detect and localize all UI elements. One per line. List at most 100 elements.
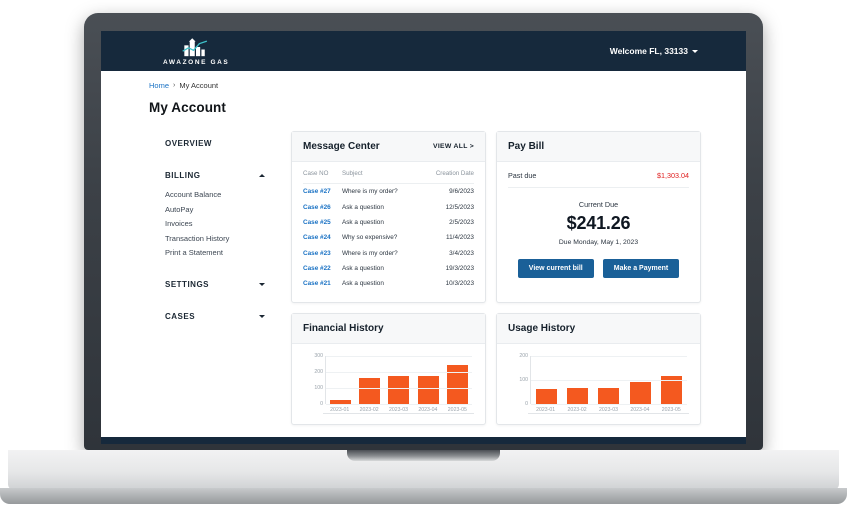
case-subject: Ask a question xyxy=(341,265,384,273)
case-subject: Why so expensive? xyxy=(341,234,398,242)
message-table: Case NO Subject Creation Date Case #27 W… xyxy=(303,170,474,292)
financial-history-chart: 0 100 200 300 2023-01 2023-02 2023-03 2023-04 2… xyxy=(303,352,474,414)
table-row[interactable]: Case #21 Ask a question 10/3/2023 xyxy=(303,276,474,291)
sidebar-subitem-invoices[interactable]: Invoices xyxy=(149,217,279,232)
case-date: 11/4/2023 xyxy=(446,234,474,242)
case-subject: Where is my order? xyxy=(341,249,398,257)
current-due-label: Current Due xyxy=(578,200,619,209)
card-body: Case NO Subject Creation Date Case #27 W… xyxy=(292,162,485,302)
sidebar-subitem-print-a-statement[interactable]: Print a Statement xyxy=(149,246,279,261)
case-link[interactable]: Case #26 xyxy=(303,199,342,214)
sidebar-item-billing[interactable]: BILLING xyxy=(149,167,279,184)
chart-bar xyxy=(536,389,558,404)
due-date-text: Due Monday, May 1, 2023 xyxy=(558,239,639,246)
case-subject: Ask a question xyxy=(341,280,384,288)
card-body: 0 100 200 300 2023-01 2023-02 2023-03 2023-04 2… xyxy=(292,344,485,424)
chart-y-tick-label: 100 xyxy=(314,384,323,391)
past-due-amount: $1,303.04 xyxy=(657,171,689,180)
chart-bar xyxy=(359,378,381,404)
case-subject: Where is my order? xyxy=(341,188,398,196)
case-date: 3/4/2023 xyxy=(449,249,474,257)
case-date: 12/5/2023 xyxy=(445,203,474,211)
chart-y-tick-label: 0 xyxy=(525,400,528,407)
laptop-screen: AWAZONE GAS Welcome FL, 33133 Home › My … xyxy=(101,31,746,437)
sidebar-item-label: OVERVIEW xyxy=(165,139,212,148)
sidebar-item-cases[interactable]: CASES xyxy=(149,308,279,325)
sidebar-subitem-transaction-history[interactable]: Transaction History xyxy=(149,232,279,247)
chart-y-tick-label: 200 xyxy=(519,352,528,359)
sidebar-item-settings[interactable]: SETTINGS xyxy=(149,276,279,293)
table-row[interactable]: Case #24 Why so expensive? 11/4/2023 xyxy=(303,230,474,245)
sidebar-subitem-account-balance[interactable]: Account Balance xyxy=(149,188,279,203)
case-date: 2/5/2023 xyxy=(449,218,474,226)
past-due-row: Past due $1,303.04 xyxy=(508,170,689,188)
sidebar-item-overview[interactable]: OVERVIEW xyxy=(149,135,279,152)
make-a-payment-button[interactable]: Make a Payment xyxy=(602,259,680,278)
usage-history-chart: 0 100 200 2023-01 2023-02 2023-03 2023-04 2023… xyxy=(508,352,689,414)
financial-history-card: Financial History 0 100 200 300 2023-01 2023… xyxy=(291,312,486,425)
laptop-hinge-bar xyxy=(101,437,746,444)
table-row[interactable]: Case #26 Ask a question 12/5/2023 xyxy=(303,199,474,214)
chart-bar xyxy=(598,388,620,404)
chart-bars xyxy=(326,356,472,404)
view-all-link[interactable]: VIEW ALL > xyxy=(433,143,474,150)
card-header: Message Center VIEW ALL > xyxy=(292,132,485,162)
sidebar-subitem-autopay[interactable]: AutoPay xyxy=(149,203,279,218)
column-header-case-no: Case NO xyxy=(303,170,342,184)
case-link[interactable]: Case #27 xyxy=(303,184,342,200)
account-menu[interactable]: Welcome FL, 33133 xyxy=(610,46,698,56)
table-row[interactable]: Case #25 Ask a question 2/5/2023 xyxy=(303,215,474,230)
content-column: Home › My Account My Account OVERVIEW BI… xyxy=(119,71,746,437)
chevron-down-icon xyxy=(692,49,698,53)
chart-x-axis xyxy=(528,412,689,414)
breadcrumb-home-link[interactable]: Home xyxy=(149,81,169,90)
case-link[interactable]: Case #22 xyxy=(303,261,342,276)
column-header-subject: Subject xyxy=(341,170,421,184)
chart-bar xyxy=(388,375,410,404)
chart-bar xyxy=(567,388,589,404)
case-link[interactable]: Case #25 xyxy=(303,215,342,230)
card-body: 0 100 200 2023-01 2023-02 2023-03 2023-04 2023… xyxy=(497,344,700,424)
chart-plot-area: 0 100 200 300 xyxy=(314,353,472,407)
table-row[interactable]: Case #27 Where is my order? 9/6/2023 xyxy=(303,184,474,200)
brand-name: AWAZONE GAS xyxy=(163,58,230,66)
breadcrumb-separator-icon: › xyxy=(173,82,176,89)
screenshot-root: AWAZONE GAS Welcome FL, 33133 Home › My … xyxy=(0,0,847,527)
column-header-creation-date: Creation Date xyxy=(420,170,474,184)
caret-down-icon xyxy=(259,314,265,318)
caret-up-icon xyxy=(259,174,265,177)
view-current-bill-button[interactable]: View current bill xyxy=(517,259,594,278)
chart-gridline xyxy=(531,379,687,381)
page-body: Home › My Account My Account OVERVIEW BI… xyxy=(101,71,746,437)
table-header-row: Case NO Subject Creation Date xyxy=(303,170,474,184)
card-header: Pay Bill xyxy=(497,132,700,162)
laptop-trackpad-notch xyxy=(347,450,500,461)
brand-logo[interactable]: AWAZONE GAS xyxy=(163,37,229,66)
chart-x-axis xyxy=(323,412,474,414)
current-due-amount: $241.26 xyxy=(566,213,631,233)
case-link[interactable]: Case #24 xyxy=(303,230,342,245)
table-row[interactable]: Case #22 Ask a question 19/3/2023 xyxy=(303,261,474,276)
chart-gridline xyxy=(326,371,472,373)
usage-history-card: Usage History 0 100 200 2023-01 2023-02 2023… xyxy=(496,312,701,425)
sidebar-item-label: SETTINGS xyxy=(165,279,210,289)
case-date: 10/3/2023 xyxy=(445,280,474,288)
table-row[interactable]: Case #23 Where is my order? 3/4/2023 xyxy=(303,246,474,261)
chart-gridline xyxy=(531,355,687,357)
card-title: Pay Bill xyxy=(508,141,545,152)
sidebar-billing-submenu: Account Balance AutoPay Invoices Transac… xyxy=(149,188,279,261)
sidebar-item-label: CASES xyxy=(165,311,196,321)
welcome-label: Welcome FL, 33133 xyxy=(609,46,688,56)
sidebar-item-label: BILLING xyxy=(165,171,201,180)
breadcrumb: Home › My Account xyxy=(119,71,746,90)
case-link[interactable]: Case #23 xyxy=(303,246,342,261)
card-title: Usage History xyxy=(508,322,576,334)
chart-bar xyxy=(629,382,651,404)
card-title: Financial History xyxy=(303,322,384,334)
case-subject: Ask a question xyxy=(341,218,384,226)
case-link[interactable]: Case #21 xyxy=(303,276,342,291)
card-body: Past due $1,303.04 Current Due $241.26 D… xyxy=(497,162,700,288)
chart-bar xyxy=(417,375,439,404)
case-date: 9/6/2023 xyxy=(449,188,474,196)
chart-y-tick-label: 300 xyxy=(314,352,323,359)
